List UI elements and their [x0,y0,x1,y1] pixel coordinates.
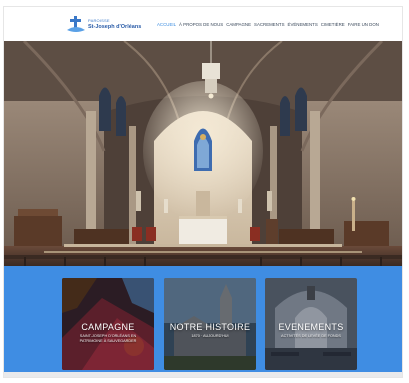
nav-item-evenements[interactable]: ÉVÉNEMENTS [288,22,318,27]
feature-cards-section: CAMPAGNE SAINT-JOSEPH D'ORLÉANS EN PATRI… [4,266,402,372]
card-subtitle: Activités de levée de fonds [281,334,341,338]
card-title: NOTRE HISTOIRE [169,322,251,332]
cross-logo-icon [67,16,85,32]
card-title: CAMPAGNE [81,322,135,332]
nav-item-faire-un-don[interactable]: FAIRE UN DON [348,22,379,27]
page-bottom-strip [4,372,402,377]
hero-church-interior-image [4,41,402,266]
church-interior-illustration [4,41,402,266]
logo-tagline: Paroisse [88,18,110,23]
nav-item-accueil[interactable]: ACCUEIL [157,22,176,27]
card-subtitle: SAINT-JOSEPH D'ORLÉANS EN PATRIMOINE À S… [79,334,137,343]
nav-item-campagne[interactable]: CAMPAGNE [226,22,251,27]
browser-page: Paroisse St-Joseph d'Orléans ACCUEIL À P… [4,7,402,377]
nav-item-a-propos[interactable]: À PROPOS DE NOUS [179,22,223,27]
card-notre-histoire[interactable]: NOTRE HISTOIRE 1870 · aujourd'hui [164,278,256,370]
site-header: Paroisse St-Joseph d'Orléans ACCUEIL À P… [4,7,402,41]
site-logo[interactable]: Paroisse St-Joseph d'Orléans [66,15,141,35]
main-nav: ACCUEIL À PROPOS DE NOUS CAMPAGNE SACREM… [157,22,379,27]
logo-name: St-Joseph d'Orléans [88,24,142,30]
card-campagne[interactable]: CAMPAGNE SAINT-JOSEPH D'ORLÉANS EN PATRI… [62,278,154,370]
nav-item-cimetiere[interactable]: CIMETIÈRE [321,22,345,27]
nav-item-sacrements[interactable]: SACREMENTS [254,22,285,27]
card-subtitle: 1870 · aujourd'hui [191,334,229,338]
card-evenements[interactable]: EVENEMENTS Activités de levée de fonds [265,278,357,370]
card-title: EVENEMENTS [278,322,344,332]
